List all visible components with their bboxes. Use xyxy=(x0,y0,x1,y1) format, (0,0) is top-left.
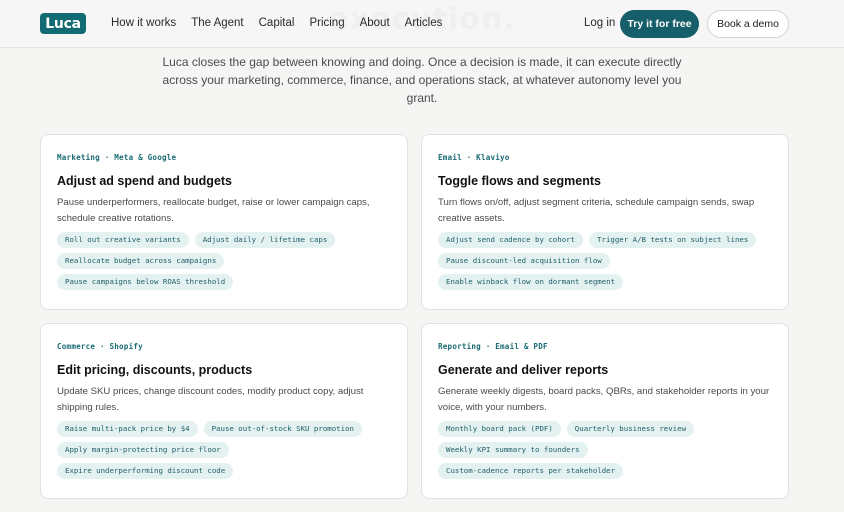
example-tag: Expire underperforming discount code xyxy=(57,463,234,479)
card-title: Adjust ad spend and budgets xyxy=(57,174,233,188)
login-link[interactable]: Log in xyxy=(584,17,615,29)
try-free-button[interactable]: Try it for free xyxy=(620,10,699,38)
example-tag: Quarterly business review xyxy=(566,421,695,437)
example-tag: Pause discount-led acquisition flow xyxy=(438,253,610,269)
card-description: Pause underperformers, reallocate budget… xyxy=(57,197,370,224)
capability-card-marketing: Marketing · Meta & Google Adjust ad spen… xyxy=(40,134,408,310)
top-navigation: Luca How it works The Agent Capital Pric… xyxy=(0,0,844,48)
example-tag: Raise multi-pack price by $4 xyxy=(57,421,198,437)
luca-logo[interactable]: Luca xyxy=(40,13,86,34)
capability-card-commerce: Commerce · Shopify Edit pricing, discoun… xyxy=(40,323,408,499)
book-demo-button[interactable]: Book a demo xyxy=(707,10,789,38)
example-tag: Pause campaigns below ROAS threshold xyxy=(57,274,234,290)
card-description: Update SKU prices, change discount codes… xyxy=(57,386,364,413)
capability-card-reporting: Reporting · Email & PDF Generate and del… xyxy=(421,323,789,499)
card-description: Turn flows on/off, adjust segment criter… xyxy=(438,197,755,224)
example-tag: Custom-cadence reports per stakeholder xyxy=(438,463,624,479)
example-tag: Apply margin-protecting price floor xyxy=(57,442,229,458)
card-title: Toggle flows and segments xyxy=(438,174,601,188)
nav-link-capital[interactable]: Capital xyxy=(259,17,295,29)
card-eyebrow: Reporting · Email & PDF xyxy=(438,342,548,351)
nav-link-pricing[interactable]: Pricing xyxy=(309,17,344,29)
nav-link-articles[interactable]: Articles xyxy=(405,17,443,29)
card-title: Edit pricing, discounts, products xyxy=(57,363,253,377)
example-tag: Monthly board pack (PDF) xyxy=(438,421,561,437)
card-description: Generate weekly digests, board packs, QB… xyxy=(438,386,770,413)
example-tag: Pause out-of-stock SKU promotion xyxy=(203,421,362,437)
example-tag: Enable winback flow on dormant segment xyxy=(438,274,624,290)
example-tag: Roll out creative variants xyxy=(57,232,189,248)
example-tag: Adjust send cadence by cohort xyxy=(438,232,584,248)
example-tag: Weekly KPI summary to founders xyxy=(438,442,588,458)
card-tags: Roll out creative variants Adjust daily … xyxy=(57,232,397,290)
card-eyebrow: Marketing · Meta & Google xyxy=(57,153,177,162)
nav-link-about[interactable]: About xyxy=(360,17,390,29)
nav-link-how-it-works[interactable]: How it works xyxy=(111,17,176,29)
card-title: Generate and deliver reports xyxy=(438,363,609,377)
card-tags: Monthly board pack (PDF) Quarterly busin… xyxy=(438,421,778,479)
example-tag: Reallocate budget across campaigns xyxy=(57,253,225,269)
card-tags: Adjust send cadence by cohort Trigger A/… xyxy=(438,232,778,290)
example-tag: Adjust daily / lifetime caps xyxy=(194,232,336,248)
intro-paragraph: Luca closes the gap between knowing and … xyxy=(162,55,682,105)
card-eyebrow: Email · Klaviyo xyxy=(438,153,510,162)
nav-link-the-agent[interactable]: The Agent xyxy=(191,17,243,29)
card-tags: Raise multi-pack price by $4 Pause out-o… xyxy=(57,421,397,479)
example-tag: Trigger A/B tests on subject lines xyxy=(589,232,757,248)
card-eyebrow: Commerce · Shopify xyxy=(57,342,143,351)
capability-card-email: Email · Klaviyo Toggle flows and segment… xyxy=(421,134,789,310)
nav-links: How it works The Agent Capital Pricing A… xyxy=(111,17,457,29)
